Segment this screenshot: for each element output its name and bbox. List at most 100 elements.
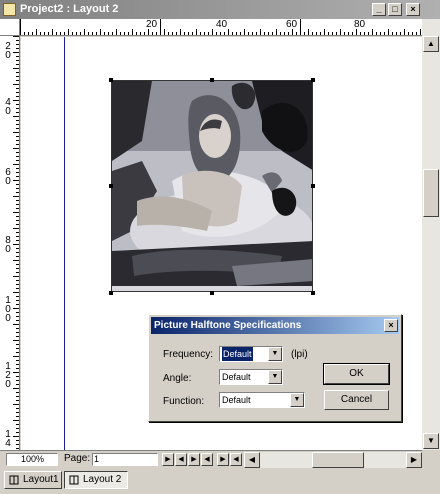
resize-handle[interactable] [109, 291, 113, 295]
ruler-tick [204, 32, 205, 35]
ruler-tick [16, 424, 19, 425]
ruler-label: 20 [146, 19, 158, 30]
scroll-down-button[interactable]: ▼ [423, 433, 439, 449]
tab-layout-2[interactable]: Layout 2 [64, 471, 128, 489]
resize-handle[interactable] [210, 291, 214, 295]
angle-value: Default [222, 372, 251, 382]
ruler-tick [252, 32, 253, 35]
ruler-tick [104, 32, 105, 35]
vertical-scroll-thumb[interactable] [423, 169, 439, 217]
vertical-ruler[interactable]: 20 40 60 80 100 120 14 [0, 36, 20, 450]
dropdown-arrow-icon[interactable]: ▼ [268, 370, 282, 384]
vertical-scrollbar[interactable]: ▲ ▼ [422, 19, 440, 450]
resize-handle[interactable] [109, 184, 113, 188]
ruler-tick [400, 32, 401, 35]
ruler-tick [320, 32, 321, 35]
ruler-tick [13, 436, 19, 437]
ruler-tick [16, 368, 19, 369]
scroll-right-button[interactable]: ▶ [406, 452, 422, 468]
ruler-tick [128, 32, 129, 35]
ruler-tick [156, 32, 157, 35]
ruler-tick [340, 29, 341, 35]
ruler-label: 20 [5, 41, 11, 61]
ruler-tick [220, 32, 221, 35]
ruler-label: 60 [5, 167, 11, 187]
resize-handle[interactable] [311, 291, 315, 295]
zoom-field[interactable]: 100% [6, 453, 58, 466]
horizontal-ruler[interactable]: 20 40 60 80 [20, 19, 422, 36]
ruler-tick [44, 32, 45, 35]
ok-button[interactable]: OK [323, 363, 390, 385]
page-field[interactable]: 1 [92, 453, 158, 466]
scroll-left-button[interactable]: ◀ [244, 452, 260, 468]
ruler-tick [16, 92, 19, 93]
ruler-tick [264, 32, 265, 35]
ruler-tick [16, 236, 19, 237]
ruler-tick [20, 19, 21, 35]
ruler-tick [144, 32, 145, 35]
halftone-photo [112, 81, 312, 291]
ruler-tick [16, 144, 19, 145]
page-nav-button[interactable]: ▶ [188, 453, 200, 466]
close-button[interactable]: × [406, 3, 420, 16]
ruler-tick [296, 32, 297, 35]
ruler-tick [388, 29, 389, 35]
ruler-tick [16, 128, 19, 129]
dropdown-arrow-icon[interactable]: ▼ [290, 393, 304, 407]
ruler-tick [348, 32, 349, 35]
ruler-tick [236, 32, 237, 35]
ruler-origin[interactable] [0, 19, 20, 36]
halftone-dialog: Picture Halftone Specifications × Freque… [148, 314, 402, 422]
ruler-tick [192, 32, 193, 35]
dropdown-arrow-icon[interactable]: ▼ [268, 347, 282, 361]
resize-handle[interactable] [311, 78, 315, 82]
ruler-tick [16, 44, 19, 45]
scroll-up-button[interactable]: ▲ [423, 36, 439, 52]
ruler-tick [13, 196, 19, 197]
page-nav-button[interactable]: ▶ [162, 453, 174, 466]
function-combo[interactable]: Default ▼ [219, 392, 305, 408]
ruler-tick [88, 32, 89, 35]
ruler-tick [13, 404, 19, 405]
ruler-tick [16, 304, 19, 305]
ruler-tick [48, 32, 49, 35]
minimize-button[interactable]: _ [372, 3, 386, 16]
cancel-button[interactable]: Cancel [324, 390, 389, 410]
window-titlebar[interactable]: Project2 : Layout 2 _ □ × [0, 0, 440, 19]
angle-combo[interactable]: Default ▼ [219, 369, 283, 385]
dialog-titlebar[interactable]: Picture Halftone Specifications [151, 317, 399, 334]
ruler-tick [224, 32, 225, 35]
ruler-tick [100, 29, 101, 35]
ruler-tick [16, 108, 19, 109]
page-nav-button[interactable]: ◀ [175, 453, 187, 466]
ruler-label: 60 [286, 19, 298, 30]
tab-layout1[interactable]: Layout1 [4, 471, 62, 489]
ruler-tick [16, 312, 19, 313]
resize-handle[interactable] [311, 184, 315, 188]
ruler-tick [13, 148, 19, 149]
horizontal-scroll-thumb[interactable] [312, 452, 364, 468]
page-nav-button[interactable]: ▶ [217, 453, 229, 466]
ruler-label: 120 [5, 361, 11, 390]
frequency-combo[interactable]: Default ▼ [219, 346, 283, 362]
page-nav-button[interactable]: ◀ [230, 453, 242, 466]
angle-label: Angle: [163, 373, 192, 384]
ruler-tick [16, 48, 19, 49]
ruler-tick [360, 32, 361, 35]
ruler-tick [13, 324, 19, 325]
ruler-tick [16, 380, 19, 381]
ruler-tick [108, 32, 109, 35]
function-value: Default [222, 395, 251, 405]
ruler-tick [13, 420, 19, 421]
ruler-tick [16, 428, 19, 429]
maximize-button[interactable]: □ [388, 3, 402, 16]
resize-handle[interactable] [109, 78, 113, 82]
page-nav-button[interactable]: ◀ [201, 453, 213, 466]
picture-box[interactable] [111, 80, 313, 292]
dialog-close-button[interactable]: × [384, 319, 398, 332]
resize-handle[interactable] [210, 78, 214, 82]
ruler-tick [16, 284, 19, 285]
horizontal-scrollbar[interactable]: ◀ ▶ [244, 452, 422, 468]
margin-guide[interactable] [64, 37, 65, 450]
ruler-tick [16, 124, 19, 125]
